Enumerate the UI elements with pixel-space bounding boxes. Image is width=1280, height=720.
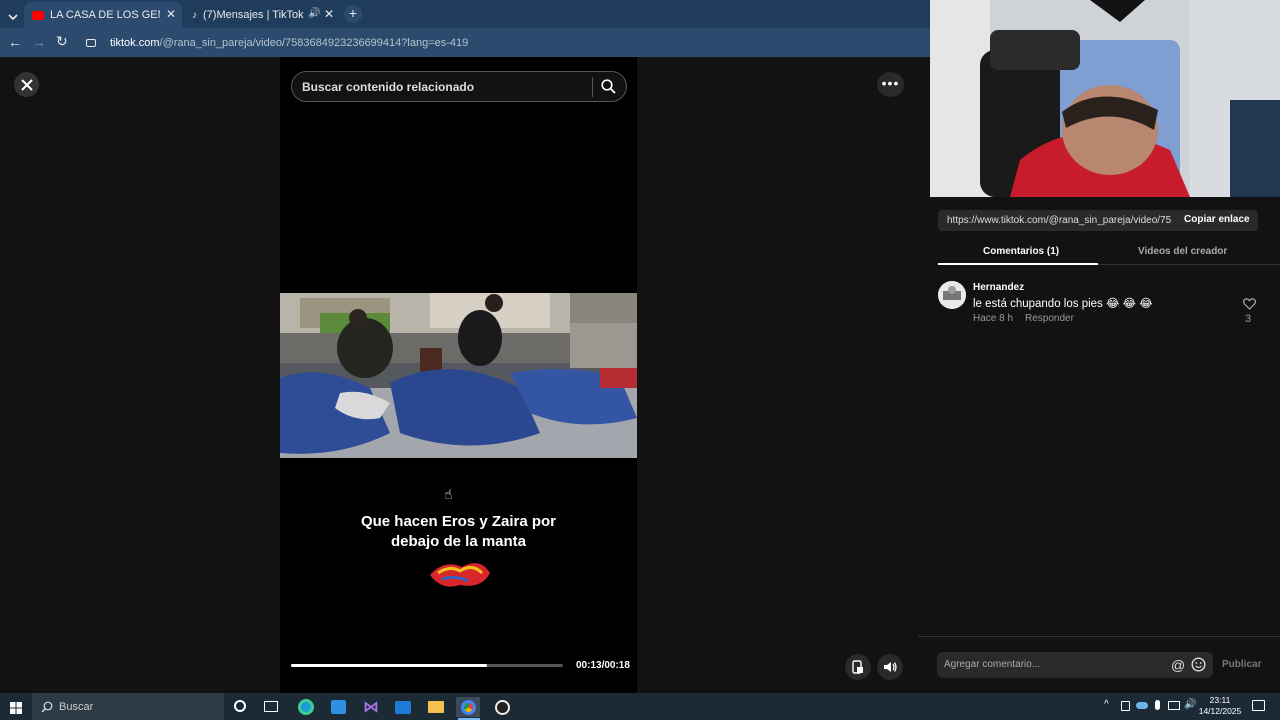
- url-field[interactable]: tiktok.com /@rana_sin_pareja/video/75836…: [80, 31, 928, 54]
- graffiti-logo: [428, 555, 492, 593]
- avatar[interactable]: [938, 281, 966, 309]
- volume-tray-icon[interactable]: 🔊: [1184, 699, 1196, 710]
- search-placeholder: Buscar contenido relacionado: [302, 80, 475, 94]
- comment-timestamp: Hace 8 h: [973, 313, 1014, 324]
- video-frame: [280, 293, 637, 458]
- publish-button[interactable]: Publicar: [1222, 659, 1261, 670]
- system-clock[interactable]: 23:11 14/12/2025: [1198, 695, 1242, 717]
- more-options-button[interactable]: •••: [877, 72, 904, 97]
- caption-line-2: debajo de la manta: [390, 533, 527, 550]
- comment-username[interactable]: Hernandez: [973, 282, 1024, 293]
- share-link-box: https://www.tiktok.com/@rana_sin_pareja/…: [938, 210, 1258, 231]
- tab-label: LA CASA DE LOS GEMELOS #2: [50, 9, 160, 21]
- tab-tiktok[interactable]: ♪ (7)Mensajes | TikTok 🔊 ✕: [184, 2, 340, 28]
- taskbar-search[interactable]: Buscar: [32, 693, 224, 720]
- address-bar-row: ← → ↻ tiktok.com /@rana_sin_pareja/video…: [0, 28, 930, 57]
- webcam-overlay: [930, 0, 1280, 197]
- url-path: /@rana_sin_pareja/video/7583684923236699…: [159, 36, 469, 49]
- active-tab-indicator: [938, 263, 1098, 265]
- tab-list-chevron-icon[interactable]: [8, 8, 18, 26]
- microphone-icon[interactable]: [1155, 700, 1160, 710]
- reply-button[interactable]: Responder: [1025, 313, 1074, 324]
- comment-input[interactable]: Agregar comentario... @: [937, 652, 1213, 678]
- more-icon: •••: [881, 75, 900, 91]
- site-info-icon[interactable]: [86, 38, 96, 47]
- search-icon: [41, 700, 53, 718]
- floating-player-button[interactable]: [845, 654, 871, 680]
- obs-icon[interactable]: [492, 697, 512, 717]
- search-divider: [592, 77, 593, 97]
- chrome-icon[interactable]: [456, 697, 480, 717]
- clock-time: 23:11: [1209, 695, 1231, 705]
- edge-icon[interactable]: [296, 697, 316, 717]
- reload-icon[interactable]: ↻: [56, 33, 68, 50]
- close-icon: [20, 78, 33, 91]
- search-icon[interactable]: [601, 79, 616, 99]
- comment-placeholder: Agregar comentario...: [944, 659, 1041, 670]
- like-count: 3: [1245, 313, 1252, 325]
- taskbar: Buscar ⋈ ^ 🔊 23:11 14/12/2025: [0, 693, 1280, 720]
- volume-button[interactable]: [877, 654, 903, 680]
- taskbar-search-placeholder: Buscar: [59, 701, 94, 713]
- store-icon[interactable]: [328, 697, 348, 717]
- volume-icon: [884, 662, 897, 672]
- video-caption: Que hacen Eros y Zaira por debajo de la …: [330, 512, 587, 552]
- clock-date: 14/12/2025: [1198, 706, 1242, 716]
- url-host: tiktok.com: [110, 36, 160, 49]
- side-panel: [918, 197, 1280, 693]
- tray-device-icon[interactable]: [1121, 701, 1130, 711]
- network-icon[interactable]: [1168, 701, 1180, 710]
- copy-link-button[interactable]: Copiar enlace: [1184, 214, 1250, 225]
- youtube-icon: [32, 10, 44, 20]
- tray-chevron-icon[interactable]: ^: [1104, 699, 1109, 710]
- mini-player-icon: [852, 660, 863, 674]
- progress-fill: [291, 664, 487, 667]
- browser-tab-strip: LA CASA DE LOS GEMELOS #2 ✕ ♪ (7)Mensaje…: [0, 0, 930, 28]
- notifications-icon[interactable]: [1252, 700, 1265, 711]
- close-button[interactable]: [14, 72, 39, 97]
- tiktok-icon: ♪: [192, 9, 197, 21]
- onedrive-icon[interactable]: [1136, 702, 1148, 709]
- comment-text: le está chupando los pies 😂 😂 😂: [973, 298, 1153, 310]
- task-view-icon[interactable]: [264, 701, 278, 712]
- mouse-cursor-icon: ☝: [444, 486, 453, 502]
- tab-creator-videos[interactable]: Videos del creador: [1138, 246, 1227, 257]
- tab-label: (7)Mensajes | TikTok: [203, 9, 304, 21]
- close-tab-icon[interactable]: ✕: [324, 7, 334, 21]
- back-icon[interactable]: ←: [8, 34, 22, 50]
- input-divider: [918, 636, 1280, 637]
- file-explorer-icon[interactable]: [426, 697, 446, 717]
- new-tab-icon[interactable]: +: [344, 5, 362, 23]
- time-readout: 00:13/00:18: [576, 660, 630, 671]
- windows-start-icon[interactable]: [10, 701, 22, 719]
- close-tab-icon[interactable]: ✕: [166, 7, 176, 21]
- mail-icon[interactable]: [393, 697, 413, 717]
- mention-icon[interactable]: @: [1171, 657, 1185, 673]
- emoji-icon[interactable]: [1191, 657, 1206, 677]
- tab-youtube[interactable]: LA CASA DE LOS GEMELOS #2 ✕: [24, 2, 182, 28]
- search-input[interactable]: Buscar contenido relacionado: [291, 71, 627, 102]
- visual-studio-icon[interactable]: ⋈: [361, 697, 381, 717]
- progress-bar[interactable]: [291, 664, 563, 667]
- forward-icon[interactable]: →: [32, 34, 46, 50]
- caption-line-1: Que hacen Eros y Zaira por: [360, 513, 557, 530]
- cortana-icon[interactable]: [234, 700, 246, 712]
- share-link-text: https://www.tiktok.com/@rana_sin_pareja/…: [947, 215, 1172, 226]
- tab-comments[interactable]: Comentarios (1): [983, 246, 1059, 257]
- speaker-icon[interactable]: 🔊: [308, 8, 320, 19]
